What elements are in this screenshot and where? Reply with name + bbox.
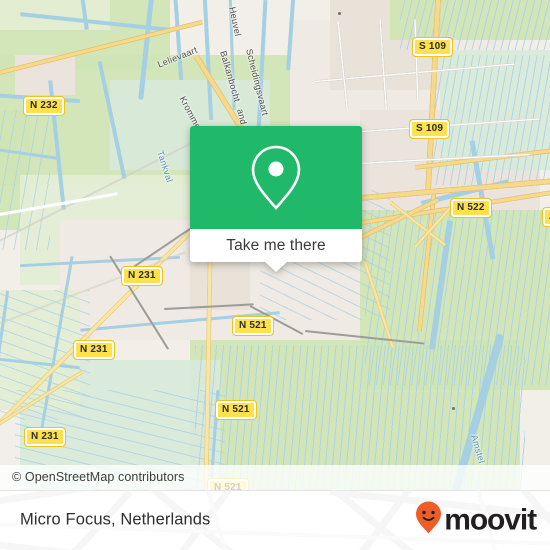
road-shield: N 232: [23, 96, 65, 116]
take-me-there-label: Take me there: [226, 236, 326, 254]
popup-tail-pointer: [264, 261, 288, 272]
road-shield: S 109: [411, 37, 454, 57]
moovit-wordmark: moovit: [444, 503, 537, 536]
road-shield: N 522: [450, 198, 492, 218]
road-shield: N 521: [215, 400, 257, 420]
moovit-location-card: S 109 S 109 N 232 N 522 N 231 N 231 N 23…: [0, 0, 550, 550]
location-title: Micro Focus, Netherlands: [20, 510, 211, 529]
road-shield: N 231: [24, 427, 66, 447]
moovit-pin-icon: [415, 501, 442, 540]
road-shield: A: [541, 207, 550, 227]
road-shield: N 231: [121, 266, 163, 286]
attribution-text: © OpenStreetMap contributors: [12, 470, 185, 484]
moovit-logo[interactable]: moovit: [415, 501, 537, 540]
popup-action-bar[interactable]: Take me there: [190, 229, 362, 262]
map-attribution: © OpenStreetMap contributors: [0, 465, 550, 490]
popup-header: [190, 126, 362, 229]
footer-bar: Micro Focus, Netherlands moovit: [0, 490, 550, 550]
road-shield: N 521: [232, 316, 274, 336]
road-shield: N 231: [73, 340, 115, 360]
take-me-there-popup[interactable]: Take me there: [190, 126, 362, 272]
road-shield: S 109: [408, 119, 451, 139]
map-pin-icon: [248, 143, 304, 213]
